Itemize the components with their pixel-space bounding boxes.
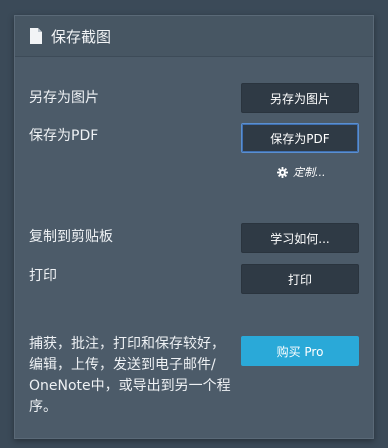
learn-how-button[interactable]: 学习如何... [241, 223, 359, 253]
customize-link[interactable]: 定制... [277, 164, 326, 180]
print-button[interactable]: 打印 [241, 264, 359, 294]
panel-title: 保存截图 [51, 27, 112, 46]
save-pdf-button[interactable]: 保存为PDF [241, 123, 359, 153]
save-image-label: 另存为图片 [29, 90, 99, 106]
panel-header: 保存截图 [15, 16, 373, 57]
promo-text: 捕获，批注，打印和保存较好，编辑，上传，发送到电子邮件/ OneNote中，或导… [29, 336, 231, 415]
document-icon [29, 28, 43, 44]
gear-icon [277, 166, 288, 178]
save-screenshot-panel: 保存截图 另存为图片 另存为图片 保存为PDF 保存为PDF 定制... 复制到… [14, 15, 374, 439]
buy-pro-button[interactable]: 购买 Pro [241, 336, 359, 366]
customize-label: 定制... [293, 166, 326, 179]
clipboard-label: 复制到剪贴板 [29, 229, 113, 245]
save-image-button[interactable]: 另存为图片 [241, 83, 359, 113]
print-label: 打印 [29, 268, 57, 284]
save-pdf-label: 保存为PDF [29, 128, 99, 144]
